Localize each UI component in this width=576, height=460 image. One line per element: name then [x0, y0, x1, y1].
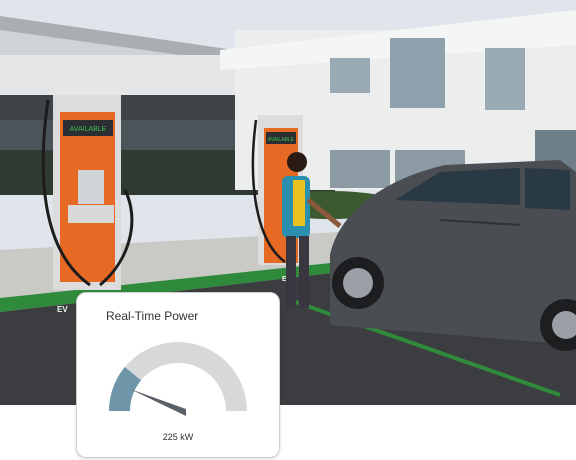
- gauge-needle: [130, 389, 186, 416]
- charger-left-status: AVAILABLE: [70, 126, 107, 133]
- marketing-banner: AVAILABLE AVAILABLE EV EV: [0, 0, 576, 460]
- charger-left: [41, 95, 134, 290]
- bay-label-left: EV: [57, 305, 68, 314]
- real-time-power-widget: Real-Time Power 225 kW: [76, 292, 280, 458]
- widget-title: Real-Time Power: [106, 309, 199, 323]
- charger-right-status: AVAILABLE: [268, 137, 295, 143]
- power-readout: 225 kW: [162, 432, 194, 442]
- power-gauge: [109, 342, 247, 416]
